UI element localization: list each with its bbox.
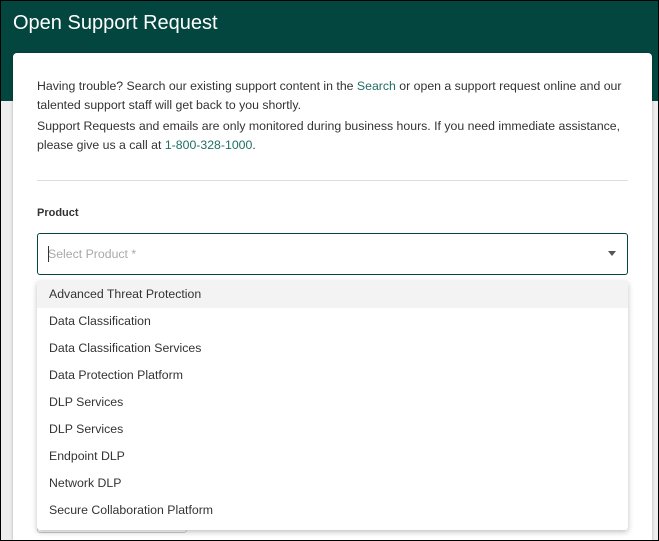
intro-text-segment: . [252,138,256,152]
dropdown-option[interactable]: DLP Services [37,389,628,416]
divider [37,180,628,181]
text-cursor [48,246,49,262]
intro-paragraph-2: Support Requests and emails are only mon… [37,117,633,155]
dropdown-option[interactable]: Data Classification Services [37,335,628,362]
product-dropdown-list: Advanced Threat Protection Data Classific… [37,281,628,530]
dropdown-arrow-icon[interactable] [608,251,616,256]
search-link[interactable]: Search [357,79,396,93]
dropdown-option[interactable]: Secure Collaboration Platform [37,497,628,524]
dropdown-option[interactable]: Data Protection Platform [37,362,628,389]
intro-text-segment: Having trouble? Search our existing supp… [37,79,357,93]
intro-text-segment: Support Requests and emails are only mon… [37,119,621,152]
dropdown-option[interactable]: Endpoint DLP [37,443,628,470]
dropdown-option[interactable]: DLP Services [37,416,628,443]
app-frame: Open Support Request Having trouble? Sea… [0,0,659,541]
intro-text: Having trouble? Search our existing supp… [37,77,633,157]
dropdown-option[interactable]: Data Classification [37,308,628,335]
dropdown-option[interactable]: Network DLP [37,470,628,497]
intro-paragraph-1: Having trouble? Search our existing supp… [37,77,633,115]
product-select-input[interactable] [48,234,588,274]
dropdown-option[interactable]: Advanced Threat Protection [37,281,628,308]
page-title: Open Support Request [13,12,218,34]
product-select[interactable] [37,233,628,275]
phone-link[interactable]: 1-800-328-1000 [165,138,253,152]
product-label: Product [37,207,79,219]
